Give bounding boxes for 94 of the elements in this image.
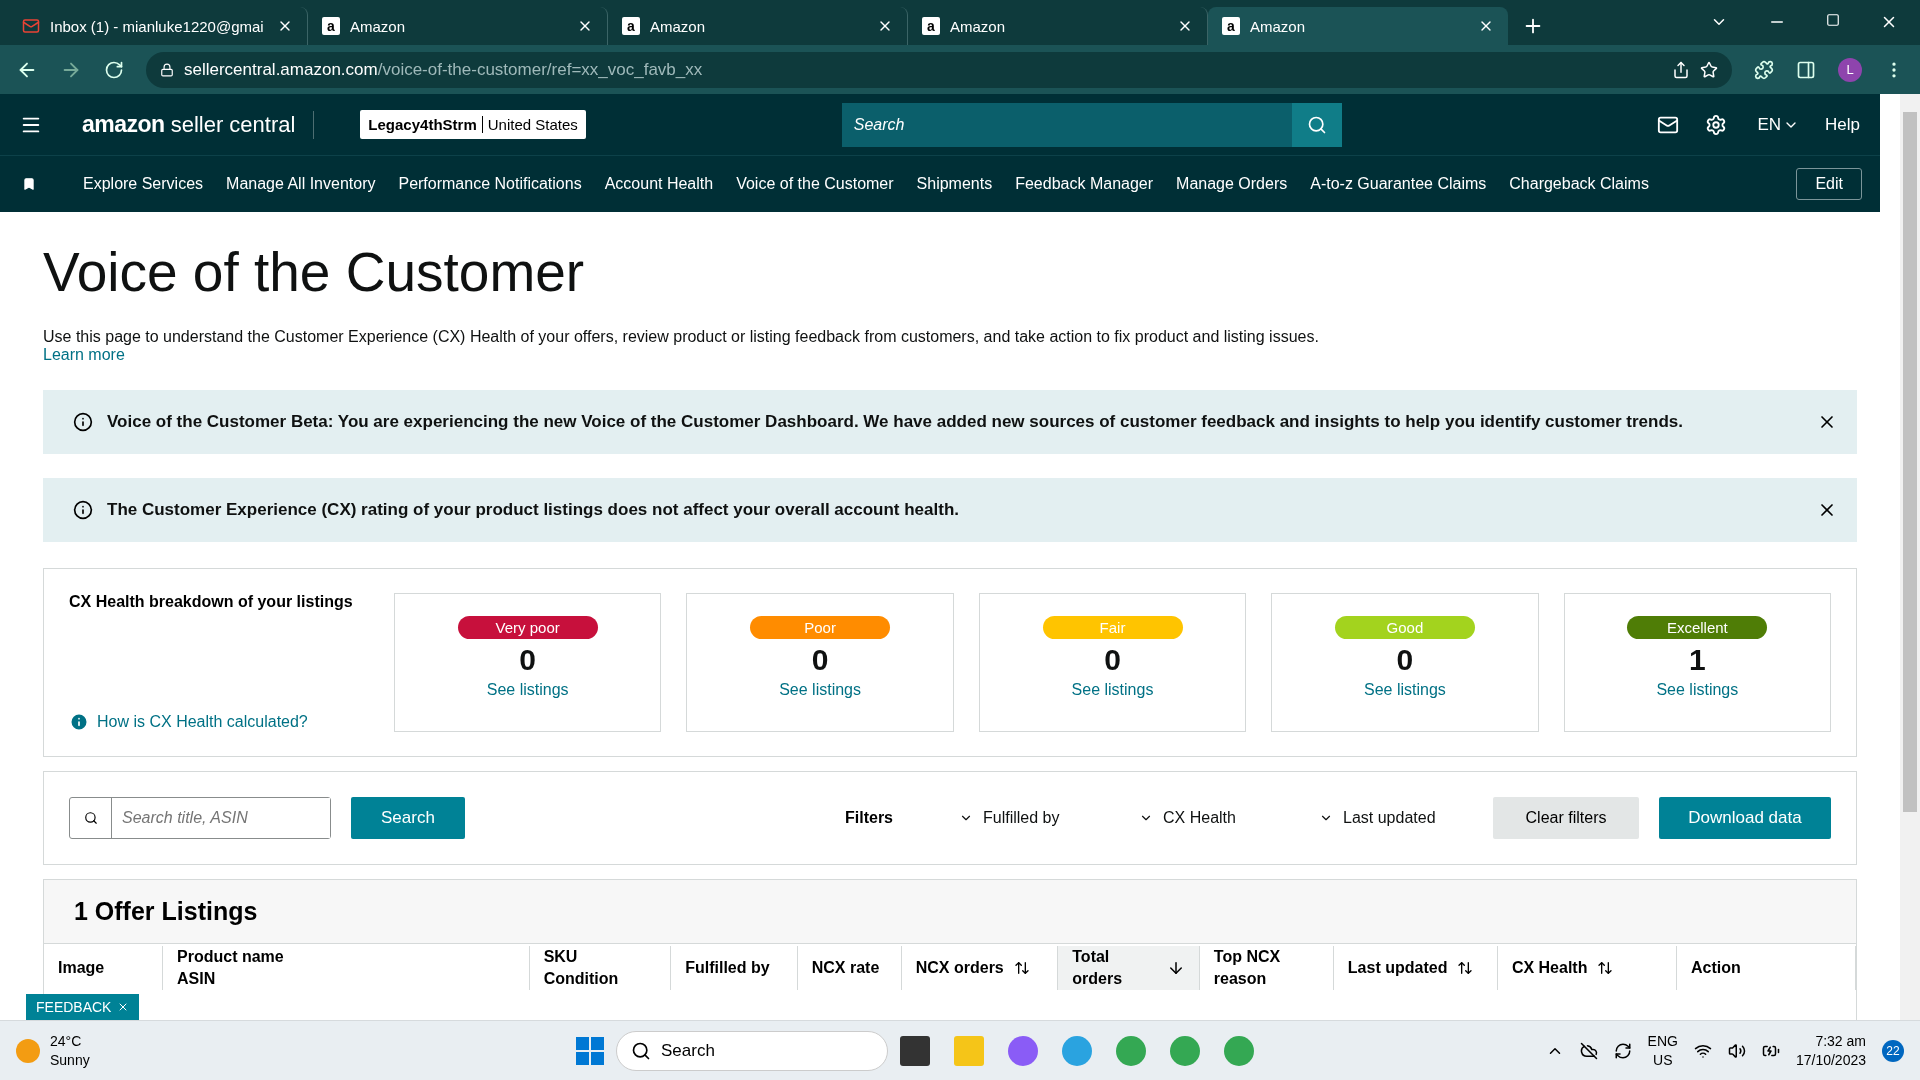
column-header[interactable]: Fulfilled by [671,946,798,990]
intro-text: Use this page to understand the Customer Experience (CX) Health of your offers, review product or listing feedback from customers, and take action to fix product and listing issues. [43,328,1320,346]
nav-link[interactable]: Feedback Manager [1015,175,1154,193]
banner-text: The Customer Experience (CX) rating of your product listings does not affect your overall account health. [107,500,961,520]
column-header[interactable]: Top NCX reason [1199,946,1334,990]
health-label: Fair [1042,616,1183,639]
language-selector[interactable]: EN [1757,114,1800,135]
clear-filters-button[interactable]: Clear filters [1493,797,1639,839]
see-listings-link[interactable]: See listings [779,681,861,699]
see-listings-link[interactable]: See listings [486,681,569,699]
info-icon [73,412,93,432]
mail-icon [22,17,40,35]
profile-avatar[interactable]: L [1838,57,1862,82]
reload-icon[interactable] [104,59,124,80]
listing-count: 1 [1689,643,1706,677]
see-listings-link[interactable]: See listings [1071,681,1154,699]
nav-link[interactable]: Manage Orders [1176,175,1288,193]
browser-tab[interactable]: a Amazon [1208,7,1508,45]
feedback-button[interactable]: FEEDBACK [26,994,140,1020]
amazon-icon: a [322,17,340,35]
filters-label: Filters [845,809,893,827]
amazon-icon: a [1222,17,1240,35]
sync-icon[interactable] [1613,1041,1632,1060]
weather-text: 24°C Sunny [50,1031,90,1070]
amazon-icon: a [922,17,940,35]
section-title: CX Health breakdown of your listings [69,593,354,611]
column-header[interactable]: Last updated [1333,946,1498,990]
nav-link[interactable]: Chargeback Claims [1509,175,1649,193]
listing-count: 0 [1104,643,1121,677]
puzzle-icon[interactable] [1754,59,1774,80]
download-button[interactable]: Download data [1659,797,1831,839]
see-listings-link[interactable]: See listings [1364,681,1446,699]
scrollbar[interactable] [1900,94,1920,1020]
search-icon [1306,114,1327,135]
see-listings-link[interactable]: See listings [1656,681,1739,699]
nav-link[interactable]: Shipments [916,175,993,193]
weather-icon [16,1038,40,1063]
cloud-icon[interactable] [1579,1041,1598,1060]
filter-dropdown[interactable]: Last updated [1313,808,1493,828]
lock-icon [160,62,174,77]
search-field[interactable]: Search title, ASIN [69,797,331,839]
amazon-icon: a [622,17,640,35]
logo[interactable]: amazon seller central [58,110,315,139]
info-icon [69,712,89,732]
listings-title: 1 Offer Listings [74,897,258,926]
settings-icon[interactable] [1705,113,1728,136]
column-header[interactable]: Product name ASIN [163,946,530,990]
nav-link[interactable]: Voice of the Customer [736,175,894,193]
health-label: Poor [750,616,891,639]
volume-icon[interactable] [1727,1041,1746,1060]
column-header[interactable]: NCX rate [797,946,902,990]
windows-icon[interactable] [576,1036,604,1065]
maximize-icon[interactable] [1826,13,1840,27]
health-label: Very poor [457,616,598,639]
nav-link[interactable]: Performance Notifications [398,175,582,193]
search-icon [631,1040,651,1061]
edit-button[interactable]: Edit [1796,168,1862,200]
column-header[interactable]: Action [1676,946,1856,990]
nav-link[interactable]: A-to-z Guarantee Claims [1310,175,1487,193]
app-icon[interactable] [900,1035,930,1066]
taskbar-search[interactable]: Search [616,1030,888,1071]
notification-badge[interactable]: 22 [1882,1039,1904,1062]
nav-link[interactable]: Account Health [604,175,714,193]
column-header[interactable]: Total orders [1058,946,1200,990]
help-link[interactable]: Help [1825,114,1860,135]
column-header[interactable]: CX Health [1497,946,1677,990]
side-panel-icon[interactable] [1796,59,1816,80]
page-title: Voice of the Customer [43,240,586,304]
store-selector[interactable]: Legacy4thStrm United States [360,110,586,139]
star-icon[interactable] [1700,60,1718,79]
column-header[interactable]: Image [44,946,164,990]
filter-dropdown[interactable]: Fulfilled by [953,808,1133,828]
health-label: Good [1334,616,1475,639]
address-bar[interactable]: sellercentral.amazon.com/voice-of-the-customer/ref=xx_voc_favb_xx [146,51,1732,88]
listing-count: 0 [811,643,829,677]
search-field[interactable]: Search [841,102,1292,147]
bookmark-icon[interactable] [22,177,36,191]
help-link[interactable]: How is CX Health calculated? [97,713,308,731]
search-button[interactable] [1291,102,1342,147]
nav-link[interactable]: Manage All Inventory [226,175,376,193]
column-header[interactable]: SKU Condition [529,946,672,990]
banner-text: Voice of the Customer Beta: You are experiencing the new Voice of the Customer Dashboard. We have added new sources of customer feedback and insights to help you identify customer trends. [107,412,1684,432]
search-button[interactable]: Search [351,797,465,839]
health-label: Excellent [1627,616,1768,639]
nav-link[interactable]: Explore Services [83,175,204,193]
clock[interactable]: 7:32 am 17/10/2023 [1795,1031,1866,1070]
share-icon[interactable] [1672,60,1690,79]
language-indicator[interactable]: ENG US [1647,1031,1678,1070]
listing-count: 0 [1396,643,1414,677]
listing-count: 0 [519,643,537,677]
search-icon [83,811,98,825]
filter-dropdown[interactable]: CX Health [1133,808,1313,828]
info-icon [73,500,93,520]
learn-more-link[interactable]: Learn more [43,346,125,363]
